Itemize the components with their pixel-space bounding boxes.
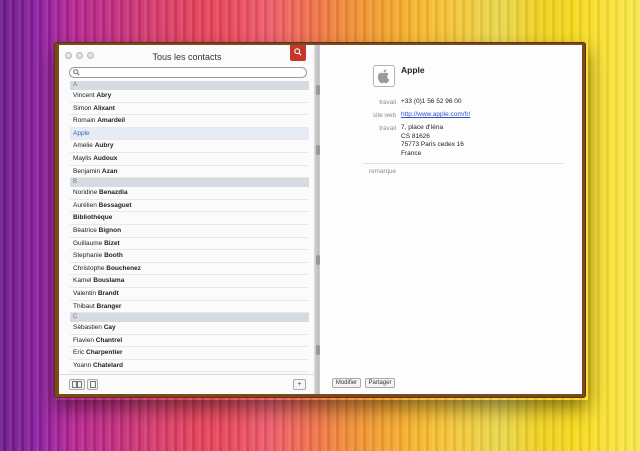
contact-row[interactable]: Benjamin Azan [70,166,309,179]
contact-first-name: Valentin [73,289,97,297]
contact-first-name: Benjamin [73,167,101,175]
address-line: 75773 Paris cedex 16 [401,141,464,148]
contact-first-name: Vincent [73,92,95,99]
contact-last-name: Bessaguet [98,201,132,209]
contact-last-name: Audoux [93,154,118,162]
contact-row[interactable]: Thibaut Branger [70,301,309,314]
contact-row[interactable]: Valentin Brandt [70,288,309,301]
contact-detail-page: Apple travail +33 (0)1 56 52 96 00 site … [320,45,582,394]
contact-first-name: Béatrice [73,226,97,234]
section-header: C [70,313,309,323]
website-label: site web [372,112,396,119]
note-label: remarque [369,168,396,175]
contact-row[interactable]: Stephanie Booth [70,250,309,263]
section-divider [363,163,563,164]
contact-row[interactable]: Christophe Bouchenez [70,263,309,276]
contact-row[interactable]: Simon Alixant [70,103,309,116]
contact-last-name: Bignon [98,226,122,234]
contact-last-name: Bouchenez [106,264,141,272]
address-label: travail [379,125,396,132]
window-title: Tous les contacts [152,52,222,62]
contact-last-name: Booth [104,252,123,260]
apple-logo-icon [377,69,390,84]
contact-last-name: Cay [103,324,116,332]
contact-first-name: Thibaut [73,302,95,310]
contact-row[interactable]: Apple [70,127,309,141]
section-header: A [70,81,309,90]
edit-button[interactable]: Modifier [332,378,361,388]
share-button[interactable]: Partager [365,378,395,388]
contact-org: Apple [73,129,90,137]
phone-value[interactable]: +33 (0)1 56 52 96 00 [401,98,462,107]
contact-last-name: Benazdia [99,189,128,197]
contact-row[interactable]: Vincent Abry [70,90,309,103]
contact-last-name: Amardeil [97,117,126,125]
book-icon [72,381,82,388]
contact-first-name: Flavien [73,336,94,344]
contact-row[interactable]: Flavien Chantrel [70,335,309,348]
contact-row[interactable]: Amelie Aubry [70,140,309,153]
contact-row[interactable]: Sébastien Cay [70,322,309,335]
address-line: CS 81626 [401,132,430,140]
contact-row[interactable]: Maylis Audoux [70,153,309,166]
contact-last-name: Alixant [93,104,115,112]
contact-first-name: Aurélien [73,201,97,209]
section-header: B [70,178,309,188]
contact-last-name: Bizet [104,239,120,247]
address-value[interactable]: 7, place d'Iéna CS 81626 75773 Paris ced… [401,124,464,158]
phone-label: travail [379,99,396,106]
contact-first-name: Noridine [73,189,98,197]
contact-last-name: Chantrel [95,336,123,344]
contact-row[interactable]: Guillaume Bizet [70,238,309,251]
contact-row[interactable]: Bibliothèque [70,212,309,225]
contact-list: A Vincent Abry Simon Alixant Romain Amardei… [70,81,309,373]
contact-row[interactable]: Eric Charpentier [70,347,309,360]
contact-first-name: Eric [73,349,85,357]
contact-last-name: Abry [96,92,112,99]
contact-row[interactable]: Aurélien Bessaguet [70,200,309,213]
contact-row[interactable]: Béatrice Bignon [70,225,309,238]
contact-last-name: Azan [101,167,118,175]
single-page-button[interactable] [87,379,98,390]
search-icon [294,48,302,56]
contact-org: Bibliothèque [73,214,113,222]
address-line: 7, place d'Iéna [401,124,444,131]
contact-last-name: Charpentier [86,349,123,357]
contact-last-name: Brandt [97,289,119,297]
contact-first-name: Maylis [73,154,92,162]
magnifier-icon [73,69,80,76]
contact-name: Apple [401,65,425,75]
list-footer: + [59,374,315,394]
contact-last-name: Chatelard [93,361,123,369]
contact-photo[interactable] [373,65,395,87]
contact-last-name: Aubry [94,142,114,150]
contact-first-name: Guillaume [73,239,103,247]
list-header: Tous les contacts [59,45,315,67]
contact-first-name: Amelie [73,142,93,150]
groups-bookmark-button[interactable] [290,45,306,61]
contact-first-name: Simon [73,104,92,112]
contact-row[interactable]: Yoann Chatelard [70,360,309,373]
contact-row[interactable]: Noridine Benazdia [70,187,309,200]
contacts-list-page: Tous les contacts A Vincent Abry Simon Ali… [59,45,316,394]
contact-row[interactable]: Romain Amardeil [70,115,309,128]
contact-last-name: Bouslama [93,277,125,285]
website-link[interactable]: http://www.apple.com/fr/ [401,111,470,120]
page-icon [89,381,96,388]
contact-first-name: Sébastien [73,324,102,332]
contact-first-name: Christophe [73,264,105,272]
contact-first-name: Yoann [73,361,92,369]
address-line: France [401,149,422,157]
add-contact-button[interactable]: + [293,379,306,390]
contact-first-name: Stephanie [73,252,103,260]
contact-first-name: Romain [73,117,96,125]
contact-row[interactable]: Kamel Bouslama [70,275,309,288]
search-input[interactable] [69,67,307,78]
contact-last-name: Branger [96,302,122,310]
contact-first-name: Kamel [73,277,92,285]
card-view-button[interactable] [69,379,85,390]
